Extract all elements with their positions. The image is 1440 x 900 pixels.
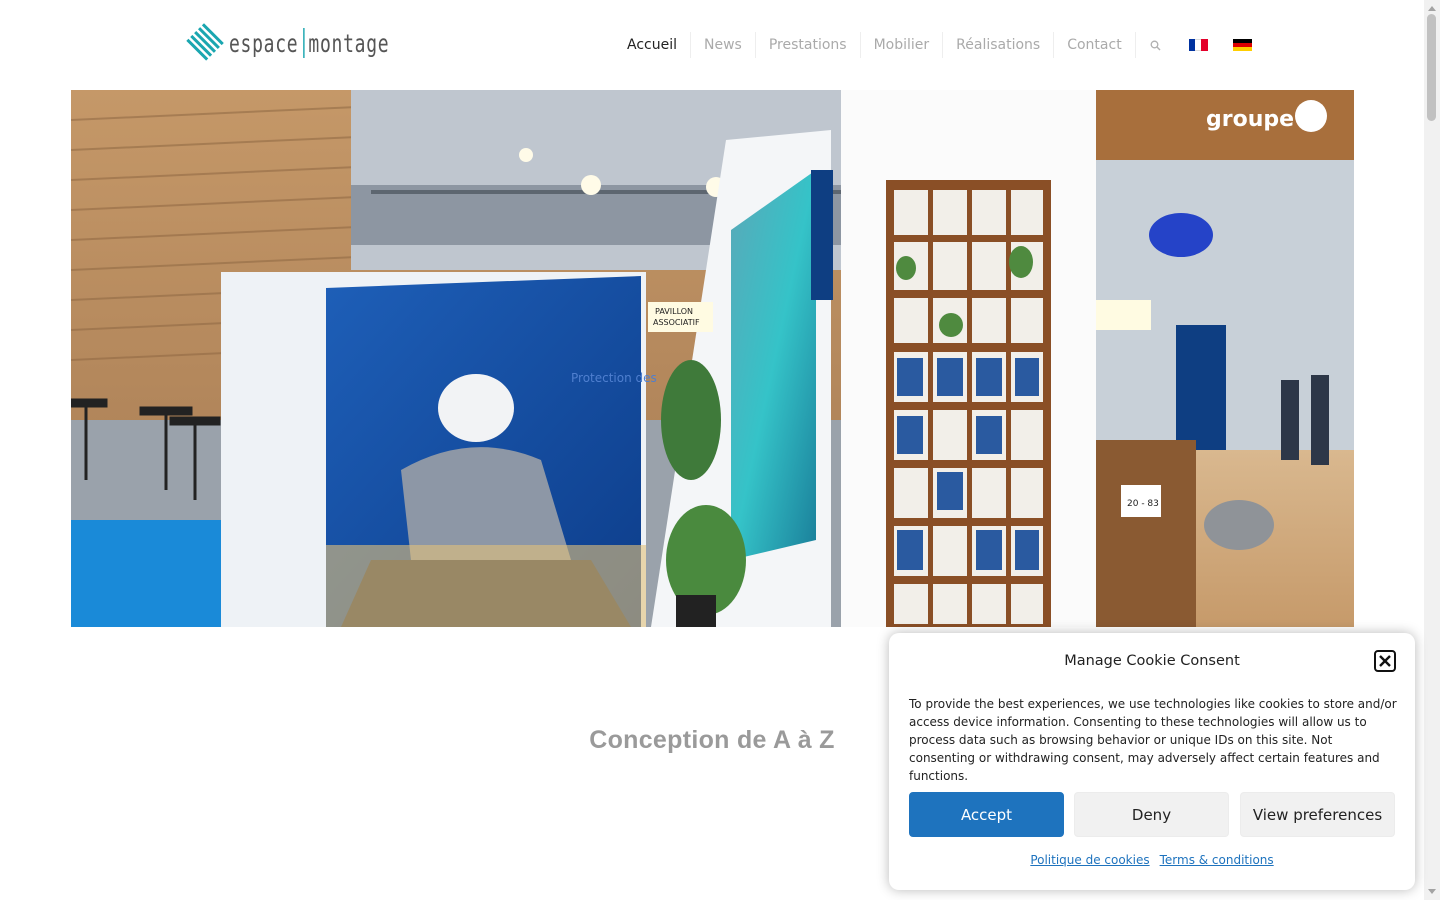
site-logo[interactable]: espace montage <box>184 22 452 64</box>
page-scrollbar[interactable] <box>1424 0 1440 900</box>
search-icon[interactable] <box>1134 32 1175 58</box>
poster-text: Protection des <box>571 371 657 385</box>
site-header: espace montage Accueil News Prestations … <box>0 0 1424 90</box>
main-nav: Accueil News Prestations Mobilier Réalis… <box>614 32 1252 58</box>
scrollbar-thumb[interactable] <box>1427 14 1436 121</box>
cookie-consent-dialog: Manage Cookie Consent To provide the bes… <box>889 633 1415 890</box>
logo-divider <box>303 28 305 58</box>
close-icon[interactable] <box>1374 650 1396 672</box>
pavillon-sign-2: ASSOCIATIF <box>653 318 700 327</box>
nav-item-prestations[interactable]: Prestations <box>754 32 860 58</box>
pavillon-sign-1: PAVILLON <box>655 307 693 316</box>
logo-word-right: montage <box>308 28 390 58</box>
hero-image: Protection des PAVILLON ASSOCIATIF group… <box>71 90 1354 627</box>
cookie-dialog-title: Manage Cookie Consent <box>1064 653 1240 669</box>
nav-item-mobilier[interactable]: Mobilier <box>859 32 943 58</box>
accept-button[interactable]: Accept <box>909 792 1064 837</box>
cookie-dialog-body: To provide the best experiences, we use … <box>909 697 1397 783</box>
nav-item-contact[interactable]: Contact <box>1053 32 1134 58</box>
cookie-policy-link[interactable]: Politique de cookies <box>1030 853 1149 867</box>
logo-word-left: espace <box>229 28 299 58</box>
fr-flag-icon[interactable] <box>1188 39 1208 51</box>
nav-item-realisations[interactable]: Réalisations <box>942 32 1053 58</box>
logo-wordmark: espace montage <box>229 28 389 58</box>
booth-number: 20 - 83 <box>1127 499 1159 509</box>
logo-mark-icon <box>184 23 224 63</box>
terms-link[interactable]: Terms & conditions <box>1160 853 1274 867</box>
view-preferences-button[interactable]: View preferences <box>1240 792 1395 837</box>
hero-illustration: Protection des PAVILLON ASSOCIATIF group… <box>71 90 1354 627</box>
nav-item-news[interactable]: News <box>690 32 755 58</box>
deny-button[interactable]: Deny <box>1074 792 1229 837</box>
groupe-banner-text: groupe <box>1206 107 1294 132</box>
scroll-up-arrow-icon[interactable] <box>1428 6 1436 11</box>
de-flag-icon[interactable] <box>1232 39 1252 51</box>
scroll-down-arrow-icon[interactable] <box>1428 889 1436 894</box>
nav-item-accueil[interactable]: Accueil <box>614 32 690 58</box>
cookie-links: Politique de cookies Terms & conditions <box>889 853 1415 867</box>
